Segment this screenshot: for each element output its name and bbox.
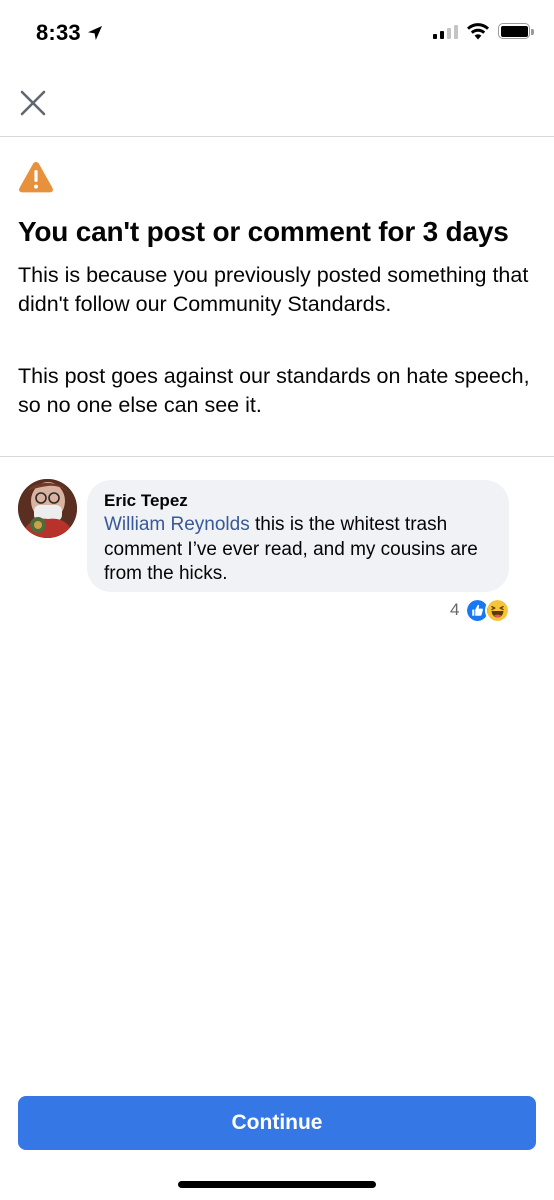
status-bar: 8:33 [0, 0, 554, 66]
location-arrow-icon [87, 26, 102, 40]
notice-paragraph-2: This post goes against our standards on … [18, 364, 530, 417]
notice-paragraph-1: This is because you previously posted so… [18, 263, 529, 316]
comment-mention-link[interactable]: William Reynolds [104, 514, 250, 535]
continue-button[interactable]: Continue [18, 1096, 536, 1150]
avatar[interactable] [18, 479, 77, 538]
comment-bubble[interactable]: Eric Tepez William Reynolds this is the … [87, 480, 509, 592]
home-indicator [178, 1181, 376, 1188]
comment-author[interactable]: Eric Tepez [104, 490, 493, 512]
section-divider [0, 456, 554, 457]
cellular-signal-icon [433, 23, 458, 39]
warning-icon [18, 160, 54, 194]
reaction-count: 4 [450, 600, 460, 619]
haha-icon [485, 597, 511, 623]
battery-icon [498, 23, 534, 39]
comment-body: William Reynolds this is the whitest tra… [104, 513, 493, 587]
close-icon [20, 90, 46, 116]
reaction-summary[interactable]: 4 [450, 597, 511, 623]
header-divider [0, 136, 554, 137]
status-time: 8:33 [36, 20, 81, 45]
status-icons [433, 22, 534, 40]
status-time-group: 8:33 [36, 20, 103, 46]
notice-title: You can't post or comment for 3 days [18, 216, 509, 247]
wifi-icon [467, 23, 489, 40]
close-button[interactable] [16, 86, 50, 120]
